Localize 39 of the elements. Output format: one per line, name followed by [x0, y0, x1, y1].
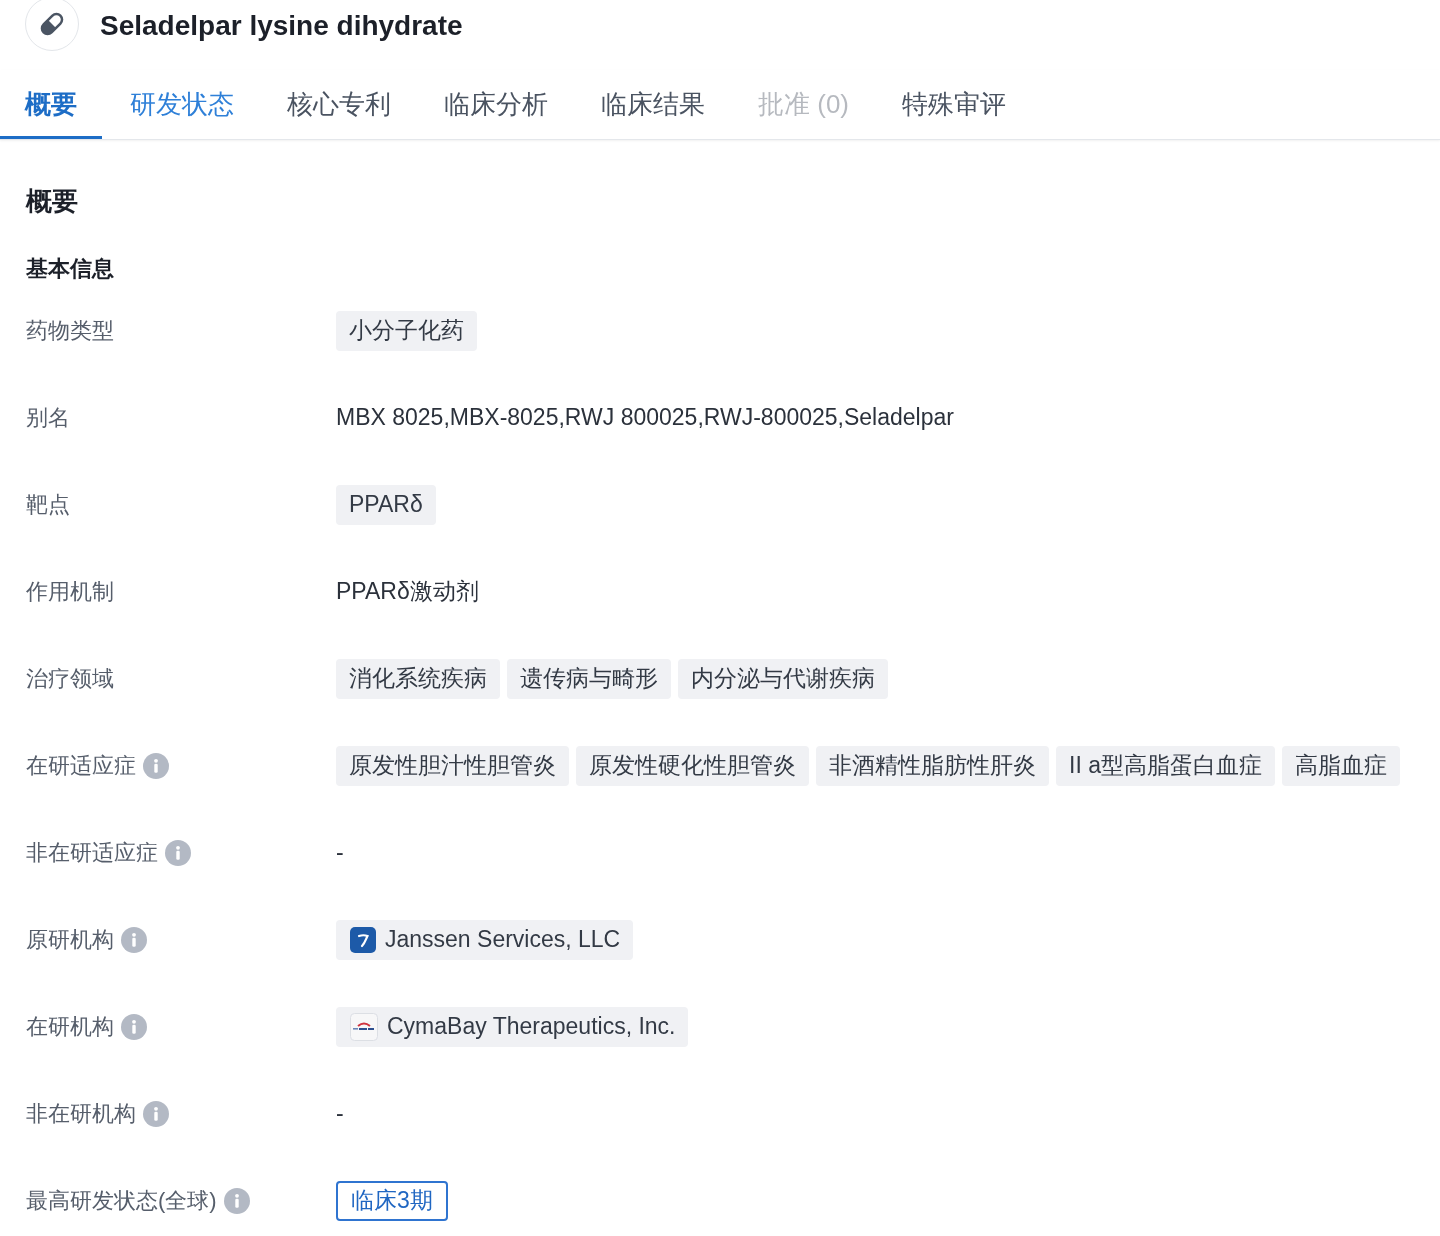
tag: 内分泌与代谢疾病	[678, 658, 888, 699]
field-label: 治疗领域	[26, 665, 114, 693]
field-label: 作用机制	[26, 578, 114, 606]
tag: II a型高脂蛋白血症	[1056, 745, 1275, 786]
tag: 消化系统疾病	[336, 658, 500, 699]
field-label: 最高研发状态(全球)	[26, 1187, 217, 1215]
field-label: 在研适应症	[26, 752, 136, 780]
field-label: 在研机构	[26, 1013, 114, 1041]
field-label: 药物类型	[26, 317, 114, 345]
logo-icon	[350, 926, 376, 953]
field-label: 靶点	[26, 491, 70, 519]
tag: 遗传病与畸形	[507, 658, 671, 699]
tab[interactable]: 研发状态	[105, 70, 259, 139]
tab[interactable]: 临床分析	[419, 70, 573, 139]
phase-badge: 临床3期	[336, 1180, 448, 1221]
field-value: -	[336, 838, 344, 868]
tag: 非酒精性脂肪性肝炎	[816, 745, 1049, 786]
field-value: PPARδ激动剂	[336, 577, 479, 607]
organization-name: Janssen Services, LLC	[385, 925, 621, 955]
tag: PPARδ	[336, 484, 436, 525]
subsection-title: 基本信息	[26, 255, 115, 283]
field-label: 非在研机构	[26, 1100, 136, 1128]
tag: 原发性硬化性胆管炎	[576, 745, 809, 786]
field-label: 非在研适应症	[26, 839, 158, 867]
field-label: 原研机构	[26, 926, 114, 954]
tag: 小分子化药	[336, 310, 477, 351]
field-value: MBX 8025,MBX-8025,RWJ 800025,RWJ-800025,Seladelpar	[336, 403, 954, 433]
tab[interactable]: 临床结果	[576, 70, 730, 139]
section-title: 概要	[26, 185, 79, 217]
drug-title: Seladelpar lysine dihydrate	[100, 9, 463, 43]
logo-icon	[350, 1012, 378, 1041]
field-value: -	[336, 1099, 344, 1129]
tab[interactable]: 概要	[0, 70, 102, 139]
tab[interactable]: 特殊审评	[877, 70, 1031, 139]
field-label: 别名	[26, 404, 70, 432]
tab[interactable]: 核心专利	[262, 70, 416, 139]
tag: 原发性胆汁性胆管炎	[336, 745, 569, 786]
tag: 高脂血症	[1281, 745, 1400, 786]
organization-name: CymaBay Therapeutics, Inc.	[387, 1012, 676, 1042]
